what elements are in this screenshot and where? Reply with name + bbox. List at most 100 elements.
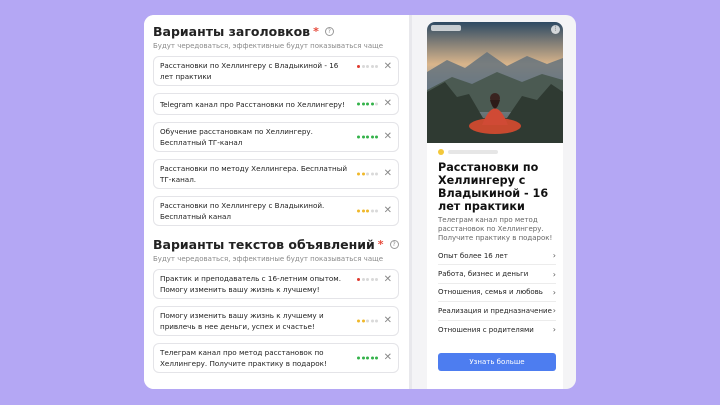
- ad-source: [427, 143, 563, 157]
- rating-dot: [361, 65, 365, 68]
- rating-dot: [375, 356, 378, 360]
- rating-dot: [370, 209, 374, 213]
- rating-indicator: [357, 278, 378, 281]
- required-mark: *: [313, 24, 319, 38]
- rating-dot: [375, 278, 378, 281]
- remove-icon[interactable]: ✕: [384, 169, 392, 179]
- rating-dot: [357, 135, 360, 139]
- ad-image: ⋮: [427, 22, 563, 143]
- rating-dot: [375, 172, 378, 176]
- rating-dot: [361, 172, 365, 176]
- rating-dot: [370, 102, 374, 106]
- variant-text: Расстановки по Хеллингеру с Владыкиной -…: [160, 61, 339, 81]
- variant-item[interactable]: Telegram канал про Расстановки по Хеллин…: [153, 93, 399, 115]
- rating-dot: [361, 209, 365, 213]
- rating-dot: [370, 135, 374, 139]
- rating-dot: [366, 319, 369, 323]
- rating-indicator: [357, 102, 378, 106]
- variants-panel: Варианты заголовков * ? Будут чередовать…: [144, 15, 409, 389]
- chevron-right-icon: ›: [552, 251, 556, 261]
- sitelink-label: Отношения с родителями: [438, 325, 534, 334]
- rating-indicator: [357, 135, 378, 139]
- rating-dot: [366, 356, 369, 360]
- headlines-subtitle: Будут чередоваться, эффективные будут по…: [153, 42, 384, 50]
- remove-icon[interactable]: ✕: [384, 62, 392, 72]
- rating-dot: [366, 102, 369, 106]
- rating-dot: [366, 172, 369, 176]
- variant-text: Телеграм канал про метод расстановок по …: [160, 348, 327, 368]
- ad-title[interactable]: Расстановки по Хеллингеру с Владыкиной -…: [427, 157, 563, 213]
- variant-text: Обучение расстановкам по Хеллингеру. Бес…: [160, 127, 313, 147]
- rating-dot: [375, 135, 378, 139]
- sitelinks: Опыт более 16 лет › Работа, бизнес и деньг…: [427, 243, 563, 339]
- variant-item[interactable]: Телеграм канал про метод расстановок по …: [153, 343, 399, 373]
- variant-item[interactable]: Помогу изменить вашу жизнь к лучшему и п…: [153, 306, 399, 336]
- headlines-list: Расстановки по Хеллингеру с Владыкиной -…: [153, 56, 399, 226]
- ad-preview: ⋮ Расстановки по Хеллингеру с Владыкиной…: [427, 22, 563, 389]
- rating-indicator: [357, 209, 378, 213]
- variant-text: Расстановки по методу Хеллингера. Беспла…: [160, 164, 348, 184]
- rating-dot: [361, 278, 365, 281]
- remove-icon[interactable]: ✕: [384, 316, 392, 326]
- remove-icon[interactable]: ✕: [384, 275, 392, 285]
- rating-dot: [370, 356, 374, 360]
- chevron-right-icon: ›: [552, 306, 556, 316]
- rating-dot: [357, 65, 360, 68]
- chevron-right-icon: ›: [552, 269, 556, 279]
- variant-item[interactable]: Расстановки по методу Хеллингера. Беспла…: [153, 159, 399, 189]
- rating-indicator: [357, 319, 378, 323]
- chevron-right-icon: ›: [552, 287, 556, 297]
- source-logo-icon: [438, 149, 444, 155]
- rating-indicator: [357, 65, 378, 68]
- sitelink-item[interactable]: Реализация и предназначение ›: [438, 302, 556, 321]
- variant-item[interactable]: Расстановки по Хеллингеру с Владыкиной -…: [153, 56, 399, 86]
- image-badge: [431, 25, 461, 31]
- remove-icon[interactable]: ✕: [384, 132, 392, 142]
- rating-dot: [361, 319, 365, 323]
- rating-dot: [366, 278, 369, 281]
- rating-dot: [357, 172, 360, 176]
- ad-editor-card: Варианты заголовков * ? Будут чередовать…: [144, 15, 576, 389]
- sitelink-label: Отношения, семья и любовь: [438, 288, 543, 297]
- texts-subtitle: Будут чередоваться, эффективные будут по…: [153, 255, 384, 263]
- rating-dot: [361, 102, 365, 106]
- mountain-meditation-image: [427, 22, 563, 143]
- rating-dot: [366, 209, 369, 213]
- rating-dot: [357, 102, 360, 106]
- variant-item[interactable]: Расстановки по Хеллингеру с Владыкиной. …: [153, 196, 399, 226]
- sitelink-item[interactable]: Опыт более 16 лет ›: [438, 247, 556, 266]
- sitelink-label: Работа, бизнес и деньги: [438, 270, 529, 279]
- rating-dot: [357, 356, 360, 360]
- sitelink-label: Опыт более 16 лет: [438, 251, 508, 260]
- rating-dot: [357, 209, 360, 213]
- remove-icon[interactable]: ✕: [384, 99, 392, 109]
- learn-more-button[interactable]: Узнать больше: [438, 352, 556, 371]
- rating-dot: [370, 278, 374, 281]
- rating-indicator: [357, 356, 378, 360]
- rating-dot: [366, 65, 369, 68]
- rating-dot: [361, 356, 365, 360]
- rating-dot: [366, 135, 369, 139]
- variant-text: Практик и преподаватель с 16-летним опыт…: [160, 274, 341, 294]
- rating-dot: [357, 319, 360, 323]
- required-mark: *: [377, 237, 384, 251]
- help-icon[interactable]: ?: [389, 239, 399, 249]
- sitelink-item[interactable]: Работа, бизнес и деньги ›: [438, 265, 556, 284]
- variant-item[interactable]: Обучение расстановкам по Хеллингеру. Бес…: [153, 122, 399, 152]
- chevron-right-icon: ›: [552, 325, 556, 335]
- rating-dot: [375, 65, 378, 68]
- variant-text: Помогу изменить вашу жизнь к лучшему и п…: [160, 311, 324, 331]
- sitelink-item[interactable]: Отношения с родителями ›: [438, 321, 556, 339]
- variant-text: Telegram канал про Расстановки по Хеллин…: [160, 99, 345, 109]
- rating-dot: [370, 172, 374, 176]
- sitelink-label: Реализация и предназначение: [438, 306, 552, 315]
- panel-divider: [409, 15, 412, 389]
- variant-item[interactable]: Практик и преподаватель с 16-летним опыт…: [153, 269, 399, 299]
- rating-dot: [361, 135, 365, 139]
- more-icon[interactable]: ⋮: [551, 25, 560, 34]
- help-icon[interactable]: ?: [324, 26, 334, 36]
- remove-icon[interactable]: ✕: [384, 206, 392, 216]
- remove-icon[interactable]: ✕: [384, 353, 392, 363]
- texts-list: Практик и преподаватель с 16-летним опыт…: [153, 269, 399, 373]
- sitelink-item[interactable]: Отношения, семья и любовь ›: [438, 284, 556, 303]
